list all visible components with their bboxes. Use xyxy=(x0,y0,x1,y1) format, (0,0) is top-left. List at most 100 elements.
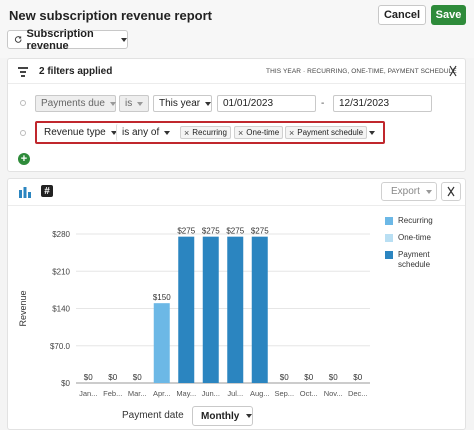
x-tick-label: May... xyxy=(176,389,196,398)
collapse-icon[interactable] xyxy=(449,65,457,77)
revenue-type-select[interactable]: Revenue type xyxy=(39,124,117,141)
save-button[interactable]: Save xyxy=(431,5,466,25)
bar-payment-schedule xyxy=(178,236,195,383)
legend-swatch xyxy=(385,217,393,225)
x-tick-label: Mar... xyxy=(128,389,147,398)
legend-swatch xyxy=(385,251,393,259)
refresh-icon xyxy=(14,36,22,43)
report-header: New subscription revenue report Cancel S… xyxy=(0,0,474,58)
legend-swatch xyxy=(385,234,393,242)
chip-label: One-time xyxy=(246,128,280,137)
collapse-icon xyxy=(447,186,455,197)
data-label: $0 xyxy=(353,373,362,382)
operator-any-select[interactable]: is any of xyxy=(116,124,171,141)
x-tick-label: Nov... xyxy=(324,389,343,398)
chip-payment-schedule[interactable]: × Payment schedule xyxy=(285,126,368,139)
end-date-input[interactable]: 12/31/2023 xyxy=(333,95,432,112)
legend-item-recurring[interactable]: Recurring xyxy=(385,216,465,226)
chevron-down-icon xyxy=(246,414,253,418)
data-label: $0 xyxy=(329,373,338,382)
date-separator: - xyxy=(321,98,325,109)
chevron-down-icon xyxy=(109,101,116,106)
page-title: New subscription revenue report xyxy=(9,8,212,23)
data-label: $0 xyxy=(84,373,93,382)
legend-label: Recurring xyxy=(398,216,433,225)
data-label: $0 xyxy=(304,373,313,382)
x-tick-label: Feb... xyxy=(103,389,122,398)
end-date-value: 12/31/2023 xyxy=(339,98,390,109)
data-label: $275 xyxy=(177,227,195,236)
bar-payment-schedule xyxy=(202,236,219,383)
y-tick-label: $280 xyxy=(52,230,70,239)
cancel-button[interactable]: Cancel xyxy=(378,5,426,25)
period-select[interactable]: Monthly xyxy=(192,406,253,426)
remove-icon[interactable]: × xyxy=(238,128,243,138)
export-button[interactable]: Export xyxy=(381,182,437,201)
bar-payment-schedule xyxy=(251,236,268,383)
chart-toolbar: # Export xyxy=(8,179,465,206)
chip-label: Payment schedule xyxy=(297,128,364,137)
x-tick-label: Dec... xyxy=(348,389,368,398)
filters-summary: THIS YEAR · RECURRING, ONE-TIME, PAYMENT… xyxy=(266,68,457,75)
x-tick-label: Jun... xyxy=(202,389,220,398)
legend-item-one-time[interactable]: One-time xyxy=(385,233,465,243)
x-tick-label: Apr... xyxy=(153,389,171,398)
chart-legend: Recurring One-time Payment schedule xyxy=(385,216,465,277)
export-label: Export xyxy=(391,186,420,197)
filters-count: 2 filters applied xyxy=(39,66,113,77)
y-tick-label: $70.0 xyxy=(50,342,71,351)
data-label: $0 xyxy=(133,373,142,382)
chips-dropdown-icon[interactable] xyxy=(369,131,375,135)
revenue-type-label: Revenue type xyxy=(44,127,106,138)
operator-select-label: is xyxy=(125,98,133,109)
operator-any-label: is any of xyxy=(122,127,160,138)
data-label: $0 xyxy=(280,373,289,382)
x-tick-label: Oct... xyxy=(300,389,318,398)
filter-row-dot xyxy=(20,130,26,136)
x-tick-label: Aug... xyxy=(250,389,270,398)
period-label: Monthly xyxy=(201,410,240,422)
y-tick-label: $210 xyxy=(52,267,70,276)
filters-panel: 2 filters applied THIS YEAR · RECURRING,… xyxy=(7,58,466,172)
chip-recurring[interactable]: × Recurring xyxy=(180,126,231,139)
chevron-down-icon xyxy=(137,101,144,106)
filters-bar: 2 filters applied THIS YEAR · RECURRING,… xyxy=(8,59,465,84)
x-tick-label: Jan... xyxy=(79,389,97,398)
x-tick-label: Sep... xyxy=(274,389,294,398)
chip-label: Recurring xyxy=(192,128,227,137)
start-date-input[interactable]: 01/01/2023 xyxy=(217,95,316,112)
metric-select-label: Subscription revenue xyxy=(26,27,94,52)
field-select-label: Payments due xyxy=(41,98,105,109)
collapse-chart-button[interactable] xyxy=(441,182,461,201)
data-label: $275 xyxy=(202,227,220,236)
remove-icon[interactable]: × xyxy=(289,128,294,138)
revenue-chart: $0 $70.0 $140 $210 $280 Revenue $0 Jan... $0 Feb.… xyxy=(18,227,370,398)
data-label: $275 xyxy=(251,227,269,236)
metric-select[interactable]: Subscription revenue xyxy=(7,27,128,52)
y-tick-label: $140 xyxy=(52,305,70,314)
filter-row-dot xyxy=(20,100,26,106)
chevron-down-icon xyxy=(425,189,432,194)
chart-panel: # Export $0 $70.0 $140 $210 $280 Revenue $0 Jan… xyxy=(7,178,466,430)
filter-icon[interactable] xyxy=(18,67,28,77)
legend-item-payment-schedule[interactable]: Payment schedule xyxy=(385,250,465,270)
bar-chart-icon[interactable] xyxy=(19,187,31,198)
date-range-select[interactable]: This year xyxy=(153,95,212,112)
field-select[interactable]: Payments due xyxy=(35,95,116,112)
bar-payment-schedule xyxy=(227,236,244,383)
x-axis-label: Payment date xyxy=(122,410,184,421)
chevron-down-icon xyxy=(164,130,171,135)
chip-one-time[interactable]: × One-time xyxy=(234,126,284,139)
table-view-icon[interactable]: # xyxy=(41,185,53,197)
date-range-label: This year xyxy=(159,98,201,109)
legend-label: One-time xyxy=(398,233,431,242)
add-filter-button[interactable]: + xyxy=(18,153,30,165)
data-label: $275 xyxy=(226,227,244,236)
y-axis-label: Revenue xyxy=(18,290,28,326)
data-label: $0 xyxy=(108,373,117,382)
operator-select[interactable]: is xyxy=(119,95,149,112)
x-tick-label: Jul... xyxy=(227,389,243,398)
chevron-down-icon xyxy=(121,37,127,42)
legend-label: Payment schedule xyxy=(398,250,431,269)
remove-icon[interactable]: × xyxy=(184,128,189,138)
